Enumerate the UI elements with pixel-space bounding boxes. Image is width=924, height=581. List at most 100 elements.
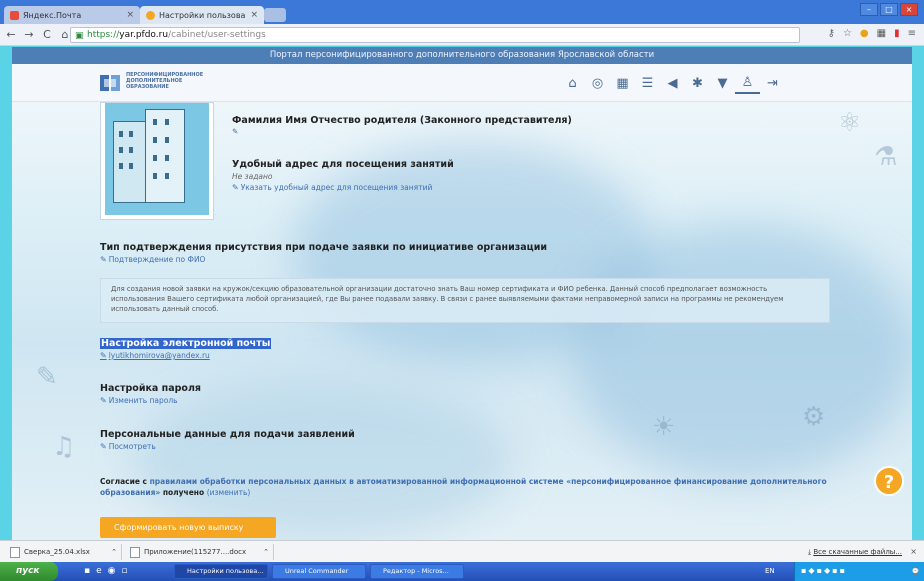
taskbar-item-chrome[interactable]: Настройки пользова...: [174, 564, 268, 579]
back-icon[interactable]: ←: [4, 28, 18, 41]
address-value: Не задано: [232, 172, 273, 181]
consent-text: Согласие с правилами обработки персональ…: [100, 476, 830, 498]
portal-title: Портал персонифицированного дополнительн…: [12, 47, 912, 64]
taskbar-item-word[interactable]: Редактор - Micros...: [370, 564, 464, 579]
forward-icon[interactable]: →: [22, 28, 36, 41]
spreadsheet-file-icon: [10, 546, 20, 558]
atom-doodle-icon: ⚛: [838, 108, 862, 138]
logo-icon[interactable]: [99, 72, 121, 94]
url-path: /cabinet/user-settings: [168, 30, 266, 40]
tray-icons[interactable]: ▪◆▪◆▪▪: [801, 566, 847, 575]
url-input[interactable]: ▣ https://yar.pfdo.ru/cabinet/user-setti…: [70, 27, 800, 43]
header-nav: ⌂ ◎ ▦ ☰ ◀ ✱ ▼ ♙ ⇥: [560, 72, 785, 94]
reload-icon[interactable]: C: [40, 28, 54, 41]
explorer-icon[interactable]: ▫: [122, 566, 128, 576]
new-tab-button[interactable]: [264, 8, 286, 22]
change-password-link[interactable]: ✎ Изменить пароль: [100, 396, 178, 405]
change-password-label: Изменить пароль: [108, 396, 178, 405]
address-title: Удобный адрес для посещения занятий: [232, 159, 454, 170]
extension-icons: ⚷ ☆ ● ▦ ▮ ≡: [828, 28, 916, 39]
close-icon[interactable]: ×: [250, 10, 258, 20]
menu-icon[interactable]: ≡: [908, 28, 916, 39]
megaphone-icon[interactable]: ◀: [660, 72, 685, 94]
generate-extract-button[interactable]: Сформировать новую выписку: [100, 517, 276, 538]
music-doodle-icon: ♫: [52, 432, 76, 462]
site-favicon-icon: [146, 10, 155, 20]
email-link[interactable]: ✎ lyutikhomirova@yandex.ru: [100, 351, 210, 360]
personal-data-title: Персональные данные для подачи заявлений: [100, 429, 355, 440]
set-address-link[interactable]: ✎ Указать удобный адрес для посещения зан…: [232, 183, 432, 192]
pencil-icon: ✎: [100, 255, 107, 264]
minimize-icon[interactable]: –: [860, 3, 878, 16]
quick-launch: ▪ e ◉ ▫: [84, 566, 128, 576]
logout-icon[interactable]: ⇥: [760, 72, 785, 94]
taskbar-item-unreal[interactable]: Unreal Commander: [272, 564, 366, 579]
settings-content: ⚛ ⚗ ✎ ♫ ⚙ ☀ Фамилия Имя Отчество родител…: [12, 102, 912, 540]
start-button[interactable]: пуск: [0, 562, 58, 581]
task-label: Редактор - Micros...: [383, 567, 449, 575]
logo-text: ПЕРСОНИФИЦИРОВАННОЕ ДОПОЛНИТЕЛЬНОЕ ОБРАЗ…: [126, 72, 204, 90]
extension-icon[interactable]: ▦: [877, 28, 886, 39]
edit-name-pencil-icon[interactable]: ✎: [232, 127, 238, 136]
start-label: пуск: [16, 566, 40, 576]
download-filename: Сверка_25.04.xlsx: [24, 548, 90, 556]
list-icon[interactable]: ☰: [635, 72, 660, 94]
pencil-icon: ✎: [100, 442, 107, 451]
maximize-icon[interactable]: □: [880, 3, 898, 16]
show-all-label: Все скачанные файлы...: [813, 548, 902, 556]
bookmark-star-icon[interactable]: ☆: [843, 28, 852, 39]
download-item[interactable]: Приложение(115277....docx ⌃: [126, 544, 274, 560]
desktop-icon[interactable]: ▪: [84, 566, 90, 576]
parent-name: Фамилия Имя Отчество родителя (Законного…: [232, 115, 572, 126]
view-personal-data-link[interactable]: ✎ Посмотреть: [100, 442, 156, 451]
confirm-info-box: Для создания новой заявки на кружок/секц…: [100, 278, 830, 323]
pencil-icon: ✎: [100, 351, 107, 360]
pencil-icon: ✎: [232, 183, 239, 192]
tab-label: Яндекс.Почта: [23, 10, 82, 20]
download-item[interactable]: Сверка_25.04.xlsx ⌃: [6, 544, 122, 560]
yandex-mail-icon: [10, 10, 19, 20]
address-toolbar: ← → C ⌂ ▣ https://yar.pfdo.ru/cabinet/us…: [0, 24, 924, 46]
tab-yandex-mail[interactable]: Яндекс.Почта ×: [4, 6, 140, 24]
show-all-downloads-link[interactable]: ⤓ Все скачанные файлы...: [808, 548, 902, 557]
tab-label: Настройки пользователя: [159, 10, 245, 20]
clock-icon[interactable]: ⌚: [911, 567, 920, 575]
help-question-icon[interactable]: ?: [874, 466, 904, 496]
tab-user-settings[interactable]: Настройки пользователя ×: [140, 6, 264, 24]
close-window-icon[interactable]: ×: [900, 3, 918, 16]
chevron-up-icon[interactable]: ⌃: [111, 548, 117, 556]
avatar[interactable]: [100, 102, 214, 220]
task-label: Настройки пользова...: [187, 567, 264, 575]
coin-icon[interactable]: ◎: [585, 72, 610, 94]
star-icon[interactable]: ✱: [685, 72, 710, 94]
calendar-icon[interactable]: ▦: [610, 72, 635, 94]
lock-icon: ▣: [75, 31, 84, 41]
window-controls: – □ ×: [860, 3, 918, 16]
consent-prefix: Согласие с: [100, 477, 150, 486]
email-value: lyutikhomirova@yandex.ru: [108, 351, 210, 360]
ie-icon[interactable]: e: [96, 566, 102, 576]
home-icon[interactable]: ⌂: [560, 72, 585, 94]
system-tray: EN ▪◆▪◆▪▪ ⌚: [765, 562, 924, 581]
flask-doodle-icon: ⚗: [874, 142, 898, 172]
language-indicator[interactable]: EN: [765, 567, 775, 575]
consent-change-link[interactable]: (изменить): [207, 488, 251, 497]
generate-extract-label: Сформировать новую выписку: [114, 523, 244, 532]
word-file-icon: [130, 546, 140, 558]
confirm-type-title: Тип подтверждения присутствия при подаче…: [100, 242, 548, 253]
confirm-type-link[interactable]: ✎ Подтверждение по ФИО: [100, 255, 205, 264]
chevron-up-icon[interactable]: ⌃: [263, 548, 269, 556]
key-icon[interactable]: ⚷: [828, 28, 835, 39]
consent-status: получено: [160, 488, 207, 497]
trophy-icon[interactable]: ▼: [710, 72, 735, 94]
task-label: Unreal Commander: [285, 567, 349, 575]
user-icon[interactable]: ♙: [735, 72, 760, 94]
extension-icon[interactable]: ▮: [894, 28, 900, 39]
confirm-type-label: Подтверждение по ФИО: [108, 255, 206, 264]
close-icon[interactable]: ×: [126, 10, 134, 20]
url-scheme: https://: [87, 30, 120, 40]
chrome-icon[interactable]: ◉: [108, 566, 116, 576]
extension-icon[interactable]: ●: [860, 28, 869, 39]
set-address-label: Указать удобный адрес для посещения заня…: [240, 183, 433, 192]
close-icon[interactable]: ×: [910, 547, 917, 556]
